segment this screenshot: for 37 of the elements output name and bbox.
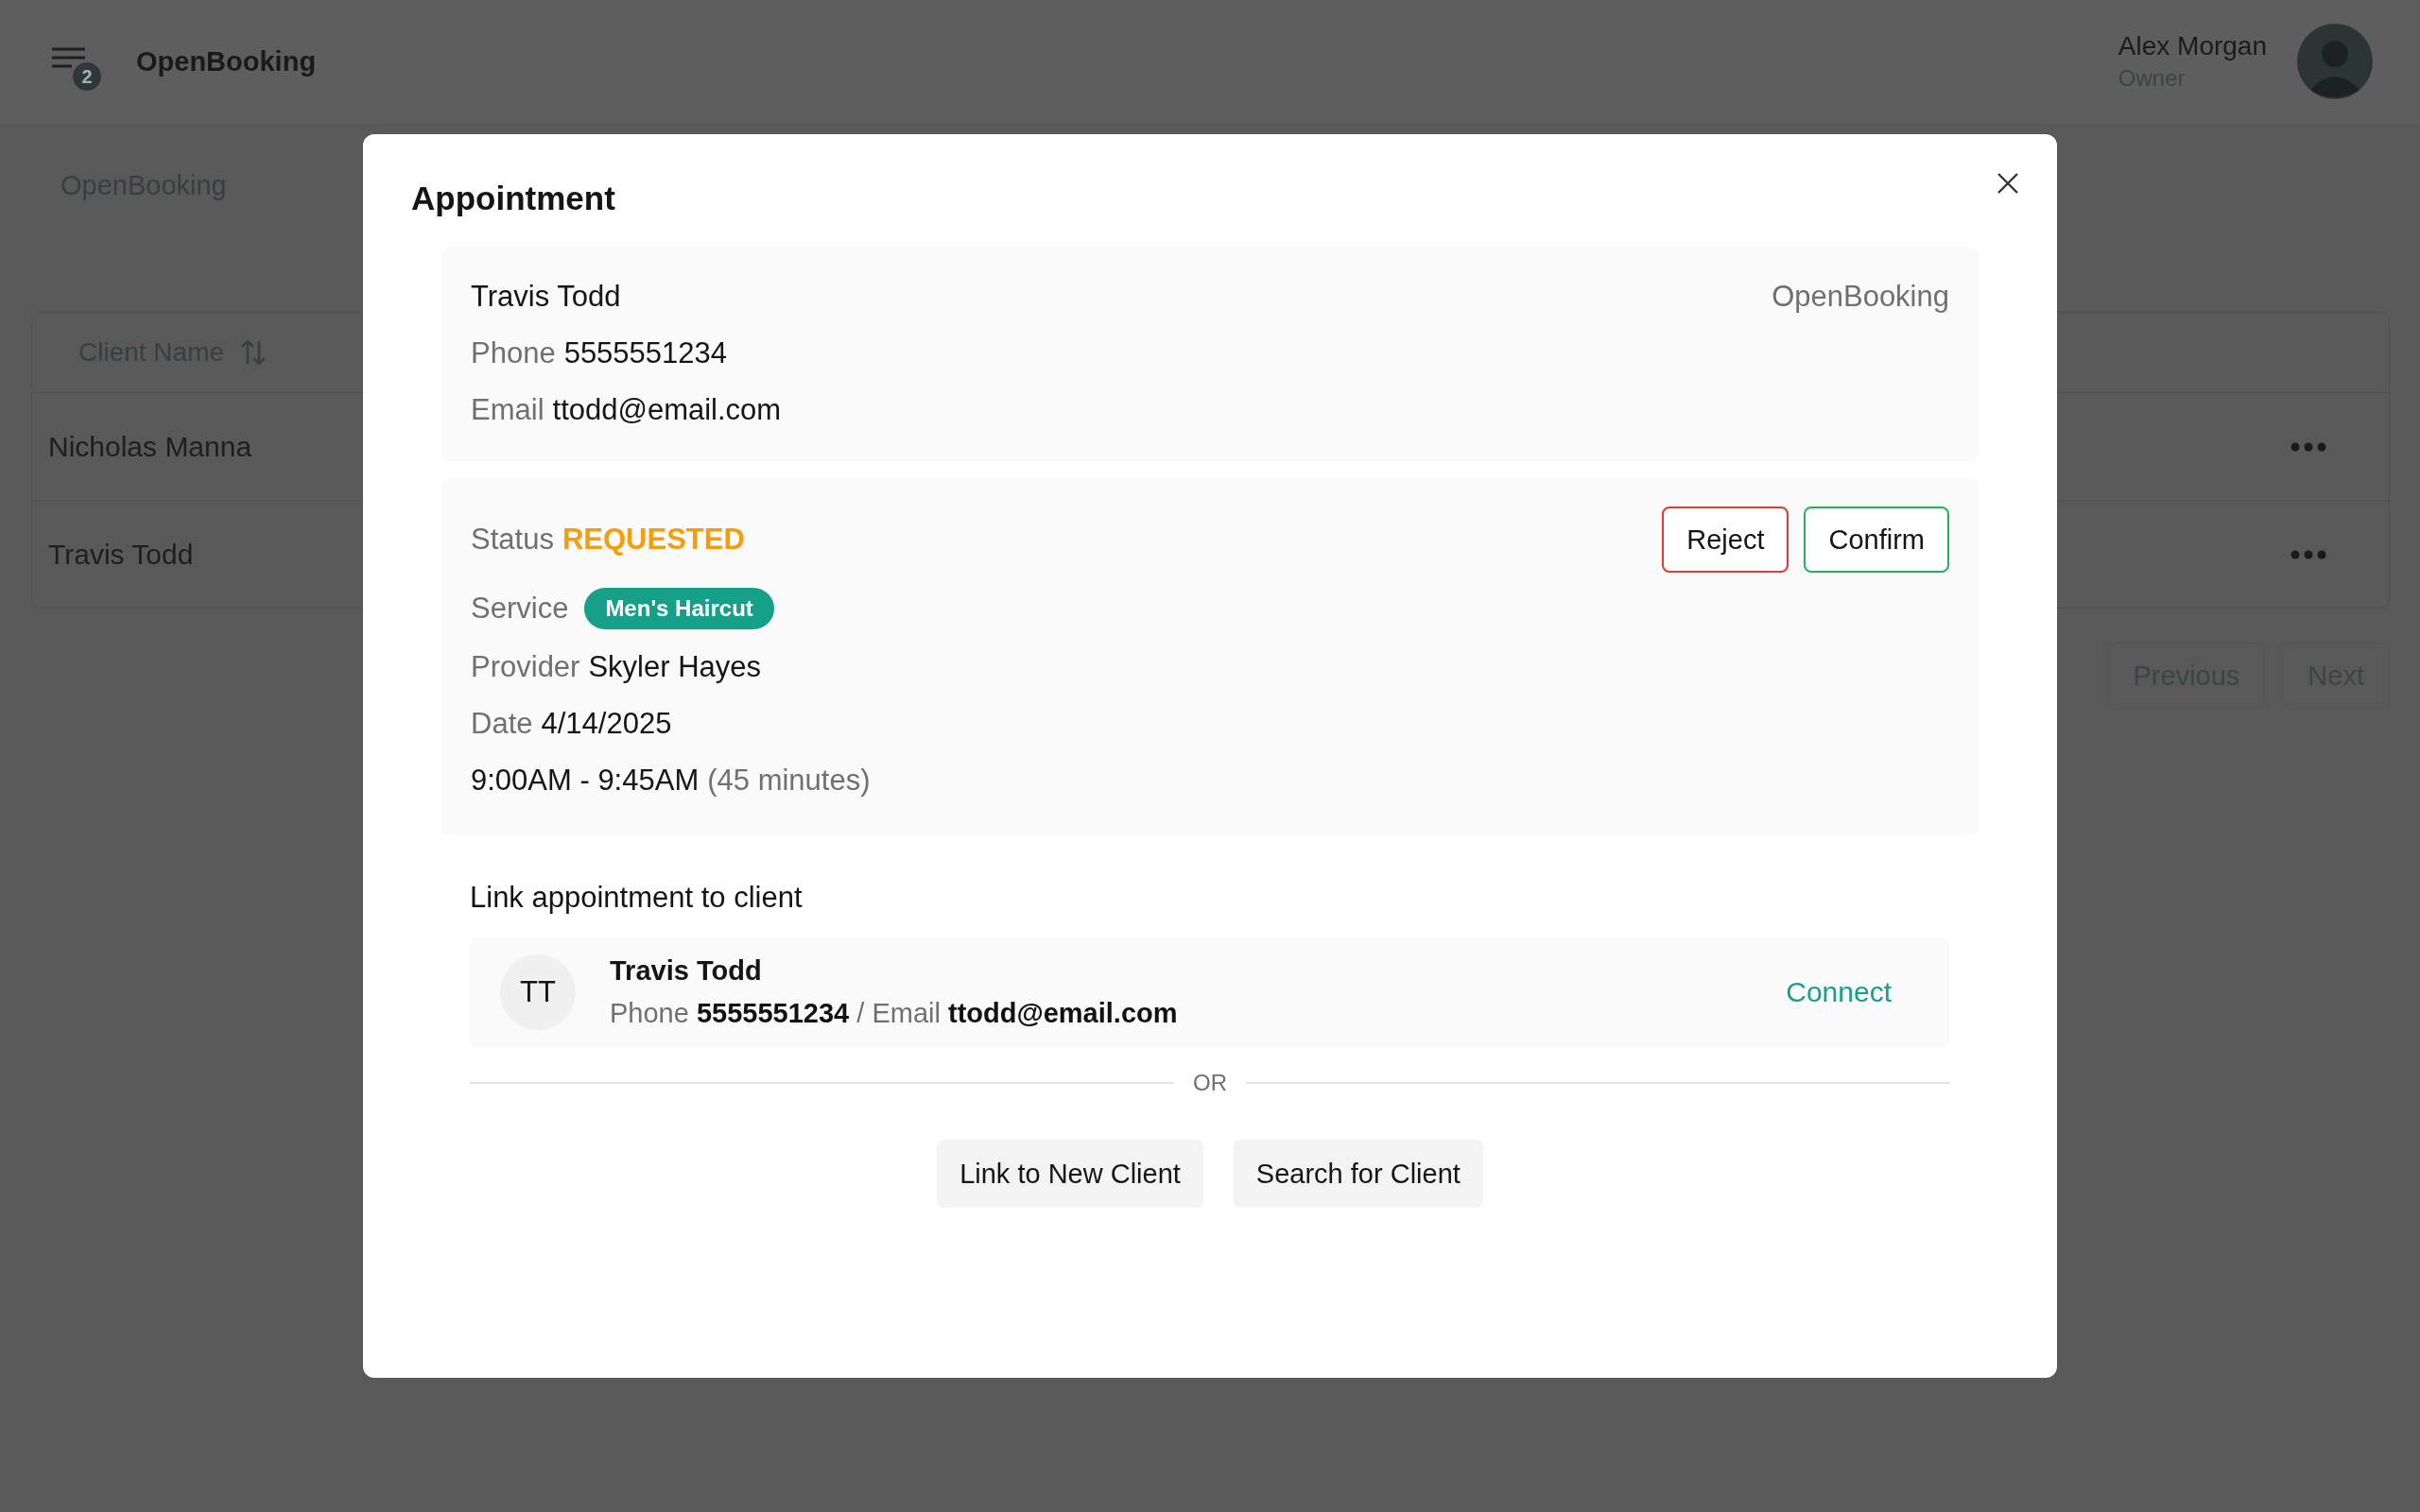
reject-button[interactable]: Reject bbox=[1662, 507, 1789, 573]
close-icon[interactable] bbox=[1996, 172, 2019, 195]
field-label: Service bbox=[471, 592, 569, 626]
client-details: Phone 5555551234 / Email ttodd@email.com bbox=[610, 998, 1179, 1029]
notification-badge: 2 bbox=[73, 62, 101, 91]
field-label: Provider bbox=[471, 650, 580, 684]
field-value: 4/14/2025 bbox=[541, 707, 672, 741]
app-name: OpenBooking bbox=[136, 45, 317, 77]
field-value: 5555551234 bbox=[563, 336, 728, 370]
table-cell: Nicholas Manna bbox=[48, 430, 252, 463]
more-icon[interactable] bbox=[2290, 441, 2326, 452]
sort-icon[interactable] bbox=[241, 339, 267, 366]
field-label: Status bbox=[471, 523, 554, 557]
section-heading: Link appointment to client bbox=[470, 880, 804, 916]
divider-label: OR bbox=[1193, 1070, 1227, 1096]
more-icon[interactable] bbox=[2290, 549, 2326, 559]
field-label: Date bbox=[471, 707, 533, 741]
field-label: Phone bbox=[471, 336, 556, 370]
avatar-icon[interactable] bbox=[2297, 24, 2373, 99]
contact-name: Travis Todd bbox=[471, 280, 621, 314]
user-name: Alex Morgan bbox=[2118, 31, 2267, 61]
time-range: 9:00AM - 9:45AM bbox=[471, 764, 700, 798]
field-value: ttodd@email.com bbox=[552, 393, 782, 427]
field-label: Email bbox=[471, 393, 544, 427]
confirm-button[interactable]: Confirm bbox=[1804, 507, 1949, 573]
field-value: Skyler Hayes bbox=[588, 650, 762, 684]
action-button[interactable]: Search for Client bbox=[1233, 1140, 1483, 1208]
service-tag: Men's Haircut bbox=[584, 588, 774, 629]
duration-text: (45 minutes) bbox=[707, 764, 871, 798]
client-name: Travis Todd bbox=[610, 955, 763, 987]
connect-link[interactable]: Connect bbox=[1786, 976, 1892, 1008]
action-button[interactable]: Link to New Client bbox=[937, 1140, 1203, 1208]
dialog-title: Appointment bbox=[411, 179, 616, 218]
source-label: OpenBooking bbox=[1772, 280, 1949, 314]
initials-avatar: TT bbox=[500, 954, 576, 1030]
table-cell: Travis Todd bbox=[48, 538, 194, 571]
status-value: REQUESTED bbox=[562, 523, 745, 557]
